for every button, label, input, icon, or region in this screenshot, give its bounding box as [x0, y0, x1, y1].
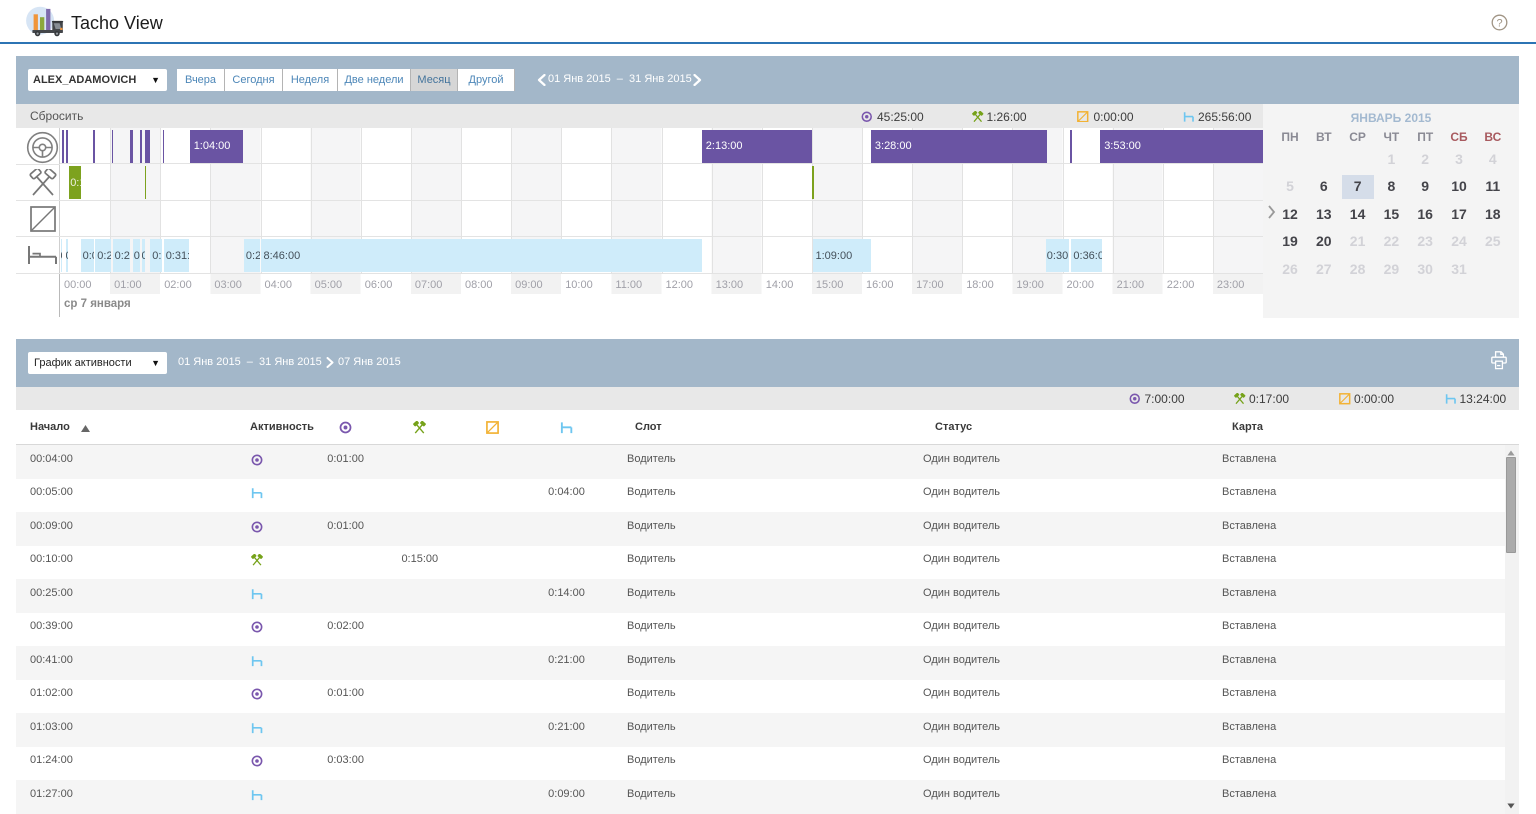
- svg-text:?: ?: [1496, 18, 1502, 30]
